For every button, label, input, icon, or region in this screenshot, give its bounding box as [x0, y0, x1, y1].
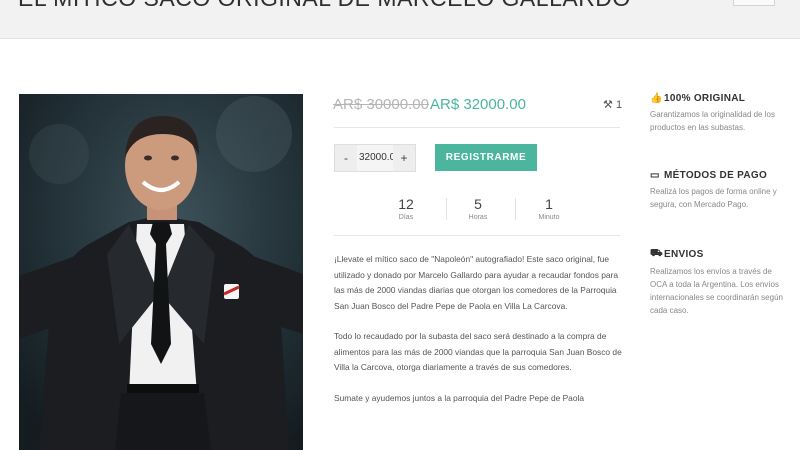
countdown-minutes: 1 Minuto [519, 196, 579, 221]
countdown-hours: 5 Horas [448, 196, 508, 221]
header-bar: EL MÍTICO SACO ORIGINAL DE MARCELO GALLA… [0, 0, 800, 39]
header-widget[interactable] [733, 0, 775, 6]
decrement-button[interactable]: - [335, 145, 357, 171]
feature-text: Garantizamos la originalidad de los prod… [650, 110, 775, 132]
description-paragraph: Sumate y ayudemos juntos a la parroquia … [334, 392, 585, 403]
bid-count: ⚒ 1 [603, 98, 622, 111]
countdown-hours-value: 5 [474, 196, 482, 212]
countdown-hours-label: Horas [468, 214, 488, 221]
countdown-separator [446, 198, 447, 220]
product-photo [19, 94, 303, 450]
bid-amount-input[interactable]: 32000.00 [357, 145, 393, 171]
feature-title: 100% ORIGINAL [664, 93, 746, 104]
divider [334, 235, 620, 236]
thumbs-up-icon: 👍 [650, 93, 663, 104]
divider [334, 127, 620, 128]
countdown-minutes-value: 1 [545, 196, 553, 212]
description-paragraph: ¡Llevate el mítico saco de "Napoleón" au… [334, 254, 618, 311]
credit-card-icon: ▭ [650, 170, 660, 181]
product-image [19, 94, 303, 450]
increment-button[interactable]: + [393, 145, 415, 171]
old-price: AR$ 30000.00 [333, 96, 429, 113]
feature-payment: ▭ MÉTODOS DE PAGO Realizá los pagos de f… [650, 170, 785, 211]
feature-original: 👍 100% ORIGINAL Garantizamos la original… [650, 93, 785, 134]
truck-icon: ⛟ [650, 248, 663, 259]
feature-title: ENVIOS [664, 249, 704, 260]
current-price: AR$ 32000.00 [430, 96, 526, 113]
register-button[interactable]: REGISTRARME [435, 144, 537, 171]
bid-count-value: 1 [615, 99, 623, 111]
feature-text: Realizá los pagos de forma online y segu… [650, 187, 777, 209]
page-title: EL MÍTICO SACO ORIGINAL DE MARCELO GALLA… [18, 0, 631, 12]
countdown-days-value: 12 [398, 196, 414, 212]
product-description: ¡Llevate el mítico saco de "Napoleón" au… [334, 252, 624, 421]
countdown-separator [515, 198, 516, 220]
gavel-icon: ⚒ [603, 99, 613, 111]
countdown-minutes-label: Minuto [538, 214, 560, 221]
feature-text: Realizamos los envíos a través de OCA a … [650, 267, 783, 315]
countdown-days: 12 Días [376, 196, 436, 221]
countdown-days-label: Días [398, 214, 414, 221]
quantity-stepper[interactable]: - 32000.00 + [334, 144, 416, 172]
feature-shipping: ⛟ ENVIOS Realizamos los envíos a través … [650, 248, 785, 317]
description-paragraph: Todo lo recaudado por la subasta del sac… [334, 331, 622, 372]
feature-title: MÉTODOS DE PAGO [664, 170, 768, 181]
